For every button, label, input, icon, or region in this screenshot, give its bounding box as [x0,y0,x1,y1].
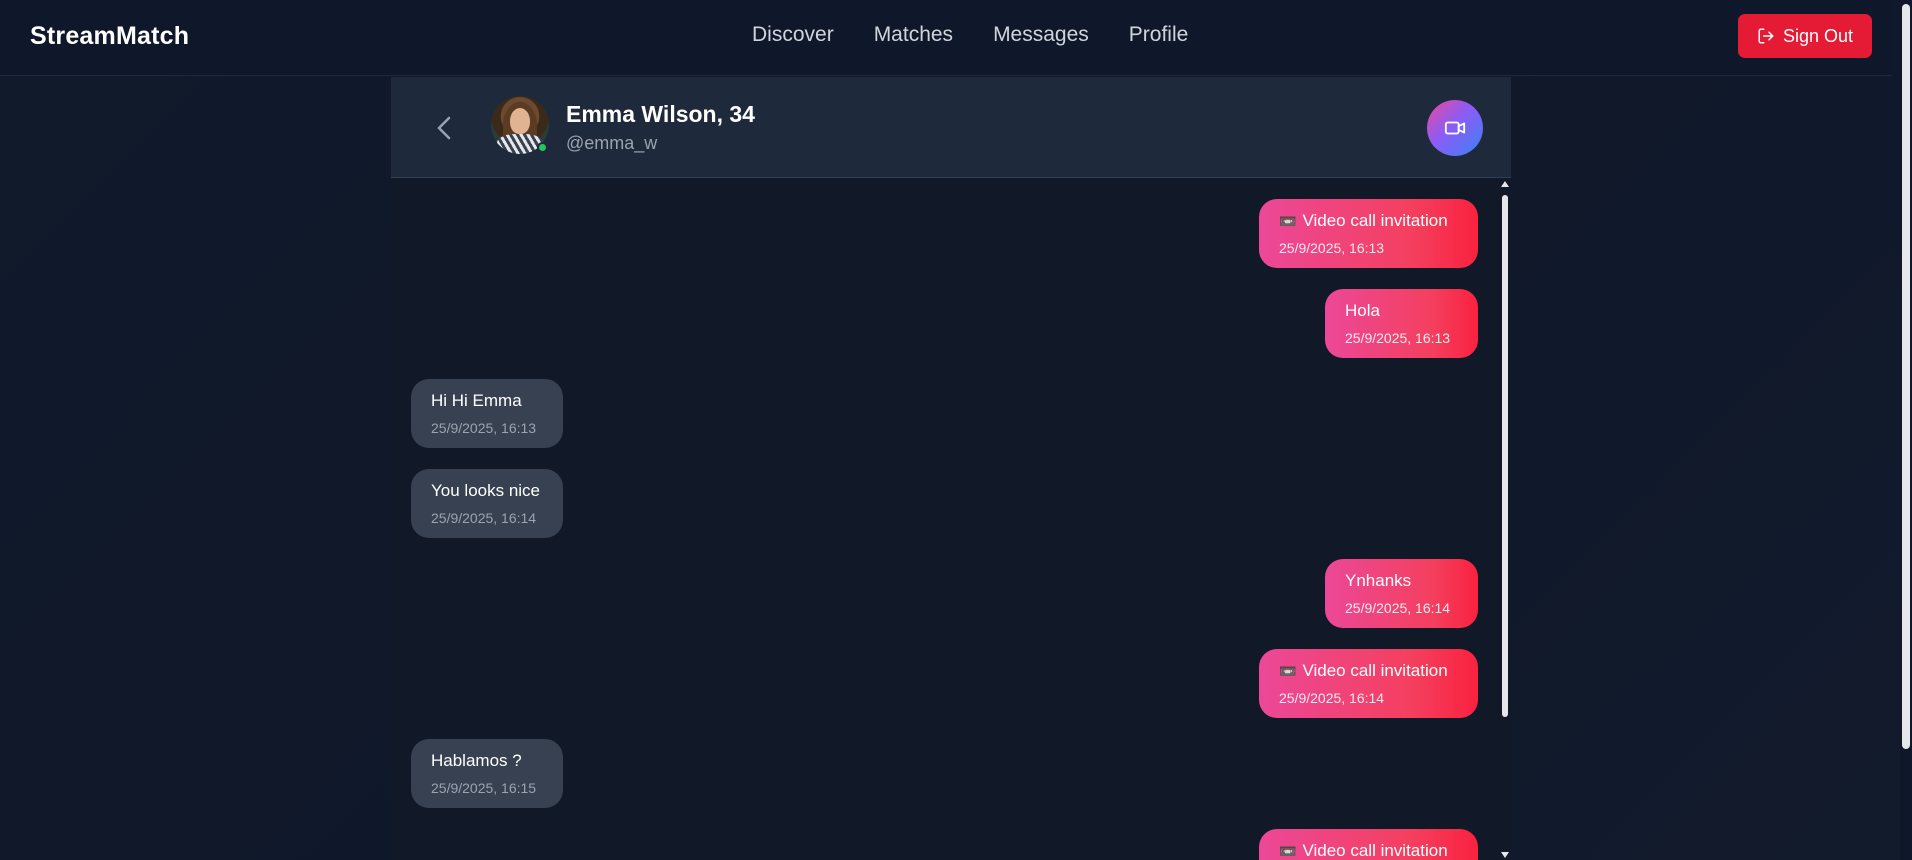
scrollbar-thumb[interactable] [1502,195,1508,717]
message-bubble-received: Hi Hi Emma 25/9/2025, 16:13 [411,379,563,448]
message-text: 📼 Video call invitation [1279,841,1448,860]
nav-links: Discover Matches Messages Profile [752,23,1188,47]
message-timestamp: 25/9/2025, 16:14 [1345,600,1451,616]
message-bubble-sent: 📼 Video call invitation 25/9/2025, 16:13 [1259,199,1478,268]
message-text: 📼 Video call invitation [1279,211,1448,230]
message-text: 📼 Video call invitation [1279,661,1448,680]
video-cassette-icon: 📼 [1279,663,1297,679]
window-scrollbar[interactable] [1900,0,1912,860]
video-call-button[interactable] [1427,100,1483,156]
sign-out-label: Sign Out [1782,25,1854,46]
chat-panel: Emma Wilson, 34 @emma_w 📼 Video call invi… [391,77,1511,860]
nav-link-messages[interactable]: Messages [993,23,1089,47]
online-status-indicator [537,142,548,153]
message-text: Hi Hi Emma [431,391,522,410]
top-navbar: StreamMatch Discover Matches Messages Pr… [0,0,1892,76]
video-cassette-icon: 📼 [1279,213,1297,229]
message-text: Hablamos ? [431,751,522,770]
message-timestamp: 25/9/2025, 16:13 [1345,330,1451,346]
back-button[interactable] [433,113,457,143]
message-text: You looks nice [431,481,541,500]
message-bubble-sent: 📼 Video call invitation [1259,829,1478,860]
video-camera-icon [1444,121,1466,135]
brand-logo[interactable]: StreamMatch [30,22,189,51]
message-bubble-sent: Ynhanks 25/9/2025, 16:14 [1325,559,1478,628]
message-bubble-received: Hablamos ? 25/9/2025, 16:15 [411,739,563,808]
scroll-up-arrow-icon[interactable] [1501,181,1509,187]
logout-icon [1758,28,1774,44]
message-list-scrollbar[interactable] [1499,179,1511,860]
video-cassette-icon: 📼 [1279,843,1297,859]
app-page: StreamMatch Discover Matches Messages Pr… [0,0,1912,860]
chevron-left-icon [437,116,451,140]
message-bubble-sent: 📼 Video call invitation 25/9/2025, 16:14 [1259,649,1478,718]
scroll-down-arrow-icon[interactable] [1501,852,1509,858]
chat-contact-name: Emma Wilson, 34 [566,101,755,127]
message-timestamp: 25/9/2025, 16:13 [431,420,537,436]
message-timestamp: 25/9/2025, 16:14 [431,510,537,526]
chat-contact-handle: @emma_w [566,133,658,153]
chat-header: Emma Wilson, 34 @emma_w [391,77,1511,178]
message-bubble-received: You looks nice 25/9/2025, 16:14 [411,469,563,538]
message-timestamp: 25/9/2025, 16:13 [1279,240,1385,256]
message-text: Ynhanks [1345,571,1412,590]
message-timestamp: 25/9/2025, 16:14 [1279,690,1385,706]
nav-link-discover[interactable]: Discover [752,23,834,47]
message-text: Hola [1345,301,1380,320]
nav-link-matches[interactable]: Matches [874,23,953,47]
window-scrollbar-thumb[interactable] [1902,4,1910,749]
sign-out-button[interactable]: Sign Out [1738,14,1872,58]
message-list[interactable]: 📼 Video call invitation 25/9/2025, 16:13 … [391,179,1499,860]
message-timestamp: 25/9/2025, 16:15 [431,780,537,796]
nav-link-profile[interactable]: Profile [1129,23,1189,47]
message-bubble-sent: Hola 25/9/2025, 16:13 [1325,289,1478,358]
